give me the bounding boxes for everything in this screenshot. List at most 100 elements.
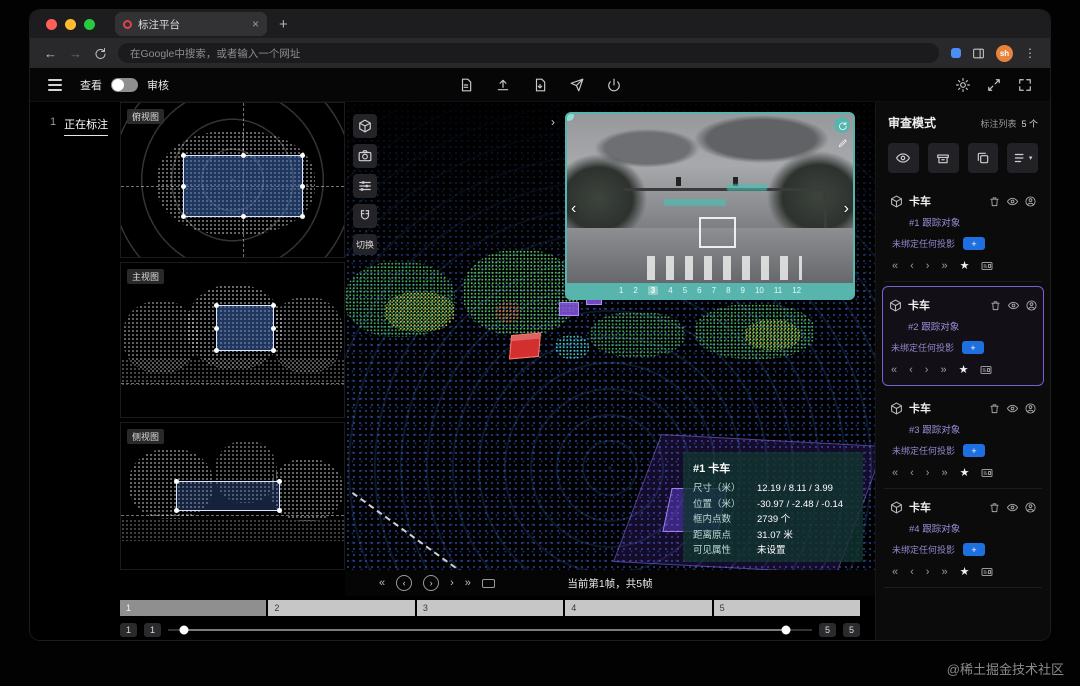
star-icon[interactable]: ★ — [960, 466, 970, 479]
upload-icon[interactable] — [496, 78, 510, 92]
owner-icon[interactable] — [1025, 502, 1036, 513]
play-backward-button[interactable]: ‹ — [396, 575, 413, 591]
next-icon[interactable]: › — [926, 566, 930, 578]
handle[interactable] — [300, 153, 305, 158]
camera-frame[interactable]: 8 — [726, 286, 730, 295]
power-icon[interactable] — [607, 78, 621, 92]
annotation-card[interactable]: 卡车 #1 跟踪对象 未绑定任何投影 + « ‹ › » ★ — [884, 183, 1042, 282]
handle[interactable] — [241, 153, 246, 158]
last-icon[interactable]: » — [941, 566, 947, 578]
prev-icon[interactable]: ‹ — [910, 566, 914, 578]
next-icon[interactable]: › — [925, 364, 929, 376]
timeline-segment[interactable]: 5 — [713, 600, 861, 616]
pointcloud-viewport[interactable]: 切换 › ‹ › 1 2 3 4 5 6 7 8 9 10 11 12 #1 卡… — [345, 102, 875, 570]
back-icon[interactable]: ← — [44, 47, 57, 60]
handle[interactable] — [181, 214, 186, 219]
profile-avatar[interactable]: sh — [996, 44, 1013, 62]
handle[interactable] — [271, 348, 276, 353]
range-handle-end[interactable] — [781, 625, 791, 635]
camera-frame[interactable]: 6 — [697, 286, 701, 295]
switch-view-button[interactable]: 切换 — [353, 234, 377, 255]
camera-frame[interactable]: 2 — [633, 286, 637, 295]
selection-box[interactable] — [174, 479, 282, 513]
display-settings-icon[interactable] — [353, 174, 377, 198]
next-frame-icon[interactable]: › — [450, 577, 454, 589]
selection-box[interactable] — [181, 153, 305, 219]
timeline-segment[interactable]: 1 — [120, 600, 267, 616]
handle[interactable] — [277, 508, 282, 513]
visibility-icon[interactable] — [1007, 196, 1018, 207]
visibility-icon[interactable] — [1007, 403, 1018, 414]
handle[interactable] — [300, 184, 305, 189]
camera-frame-active[interactable]: 3 — [647, 286, 659, 295]
annotation-card-selected[interactable]: 卡车 #2 跟踪对象 未绑定任何投影 + « ‹ › » ★ — [882, 286, 1044, 386]
camera-2d-bbox[interactable] — [698, 217, 736, 249]
address-bar[interactable]: 在Google中搜索，或者输入一个网址 — [118, 43, 939, 63]
camera-link-icon[interactable] — [353, 144, 377, 168]
last-icon[interactable]: » — [941, 260, 947, 272]
handle[interactable] — [241, 214, 246, 219]
range-track[interactable] — [168, 623, 812, 637]
compare-icon[interactable] — [987, 78, 1001, 92]
idcard-icon[interactable] — [981, 467, 993, 479]
main-view-panel[interactable]: 主视图 — [120, 262, 345, 418]
new-tab-button[interactable]: + — [279, 16, 288, 33]
handle[interactable] — [214, 326, 219, 331]
range-handle-start[interactable] — [179, 625, 189, 635]
list-filter-icon[interactable]: ▾ — [1007, 143, 1038, 173]
range-end-value[interactable]: 5 — [819, 623, 836, 637]
handle[interactable] — [181, 153, 186, 158]
frame-rail-item[interactable]: 1 正在标注 — [30, 102, 120, 136]
visibility-icon[interactable] — [1007, 502, 1018, 513]
selection-box[interactable] — [214, 303, 276, 353]
range-start-value[interactable]: 1 — [144, 623, 161, 637]
star-icon[interactable]: ★ — [960, 259, 970, 272]
delete-icon[interactable] — [990, 300, 1001, 311]
camera-frame[interactable]: 11 — [774, 286, 782, 295]
visibility-icon[interactable] — [888, 143, 919, 173]
box-tool-icon[interactable] — [353, 114, 377, 138]
mode-toggle[interactable] — [111, 77, 138, 92]
idcard-icon[interactable] — [980, 364, 992, 376]
camera-refresh-icon[interactable] — [834, 117, 850, 133]
browser-menu-icon[interactable]: ⋮ — [1024, 46, 1036, 60]
annotation-card[interactable]: 卡车 #3 跟踪对象 未绑定任何投影 + « ‹ › » ★ — [884, 390, 1042, 489]
handle[interactable] — [271, 326, 276, 331]
camera-next-icon[interactable]: › — [844, 200, 849, 218]
camera-preview[interactable]: ‹ › 1 2 3 4 5 6 7 8 9 10 11 12 — [565, 112, 855, 300]
camera-frame[interactable]: 12 — [792, 286, 801, 295]
add-projection-button[interactable]: + — [963, 543, 986, 556]
fullscreen-icon[interactable] — [1018, 78, 1032, 92]
handle[interactable] — [174, 508, 179, 513]
camera-frame[interactable]: 4 — [668, 286, 672, 295]
visibility-icon[interactable] — [1008, 300, 1019, 311]
brightness-icon[interactable] — [956, 78, 970, 92]
prev-icon[interactable]: ‹ — [910, 260, 914, 272]
handle[interactable] — [300, 214, 305, 219]
timeline-segment[interactable]: 3 — [416, 600, 564, 616]
browser-tab[interactable]: 标注平台 × — [115, 12, 267, 36]
next-icon[interactable]: › — [926, 260, 930, 272]
camera-prev-icon[interactable]: ‹ — [571, 200, 576, 218]
add-projection-button[interactable]: + — [963, 444, 986, 457]
star-icon[interactable]: ★ — [960, 565, 970, 578]
idcard-icon[interactable] — [981, 566, 993, 578]
archive-icon[interactable] — [927, 143, 959, 173]
submit-icon[interactable] — [570, 78, 584, 92]
handle[interactable] — [174, 479, 179, 484]
last-icon[interactable]: » — [941, 467, 947, 479]
export-icon[interactable] — [533, 78, 547, 92]
star-icon[interactable]: ★ — [959, 363, 969, 376]
loop-icon[interactable] — [481, 578, 495, 588]
menu-icon[interactable] — [48, 78, 62, 91]
handle[interactable] — [181, 184, 186, 189]
side-view-panel[interactable]: 侧视图 — [120, 422, 345, 570]
camera-frame[interactable]: 7 — [712, 286, 716, 295]
annotation-box-purple[interactable] — [559, 302, 579, 316]
copy-icon[interactable] — [967, 143, 999, 173]
forward-icon[interactable]: → — [69, 47, 82, 60]
first-icon[interactable]: « — [892, 260, 898, 272]
handle[interactable] — [214, 348, 219, 353]
camera-edit-icon[interactable] — [838, 138, 848, 148]
owner-icon[interactable] — [1026, 300, 1037, 311]
